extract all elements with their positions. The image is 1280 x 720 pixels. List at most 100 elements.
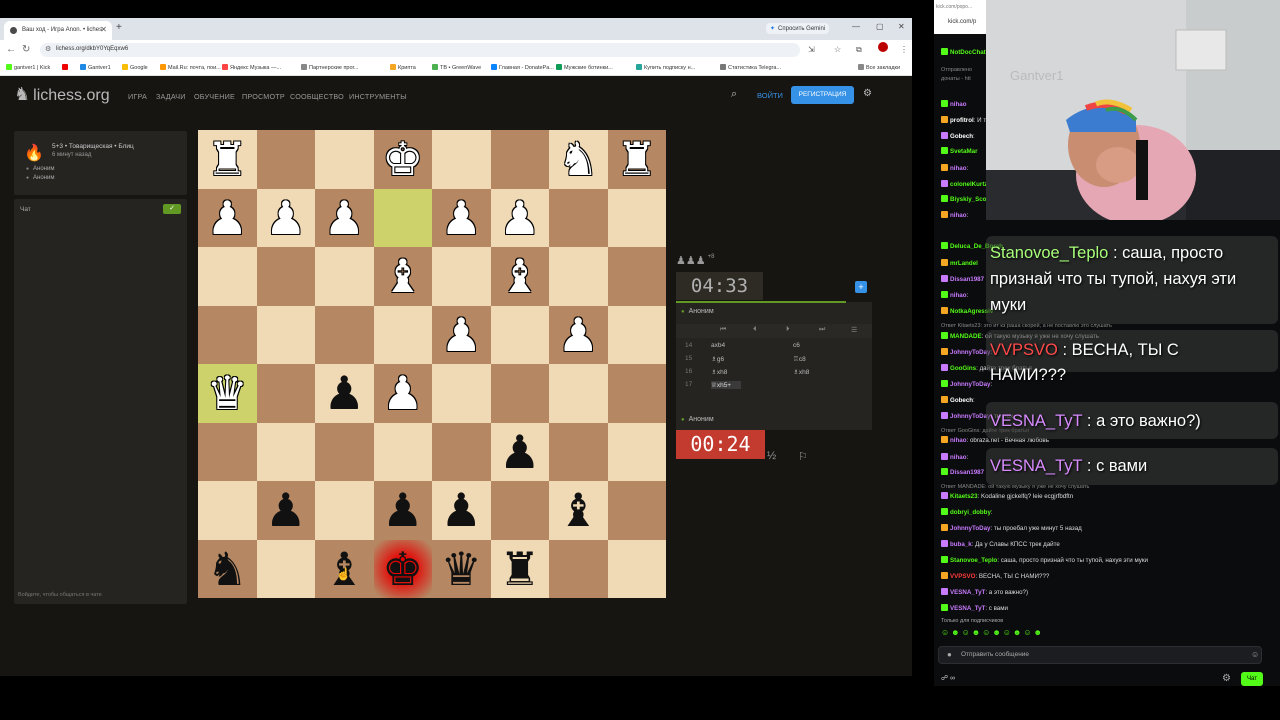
black-pawn-piece[interactable]: ♟ bbox=[315, 364, 374, 423]
board-square[interactable] bbox=[256, 364, 315, 423]
board-square[interactable] bbox=[198, 481, 257, 540]
board-square[interactable]: ♚ bbox=[373, 130, 433, 189]
bookmark-item[interactable]: Mail.Ru: почта, пои... bbox=[160, 64, 221, 71]
back-icon[interactable]: ← bbox=[6, 44, 16, 55]
chat-username[interactable]: buba_k bbox=[950, 541, 972, 548]
white-move[interactable]: ♗xh8 bbox=[711, 368, 727, 376]
board-square[interactable]: ♟ bbox=[432, 305, 491, 364]
chat-username[interactable]: VESNA_TyT bbox=[950, 605, 985, 612]
white-move[interactable]: axb4 bbox=[711, 342, 725, 349]
last-move-icon[interactable]: ⏭ bbox=[819, 326, 825, 334]
board-square[interactable] bbox=[607, 364, 666, 423]
chat-send-button[interactable]: Чат bbox=[1241, 672, 1263, 686]
board-square[interactable]: ♚ bbox=[373, 539, 433, 599]
resign-flag-icon[interactable]: ⚐ bbox=[798, 450, 808, 463]
bookmark-item[interactable]: gantver1 | Kick bbox=[6, 64, 50, 71]
nav-learn[interactable]: ОБУЧЕНИЕ bbox=[194, 92, 235, 101]
chat-username[interactable]: nihao bbox=[950, 101, 967, 108]
board-square[interactable] bbox=[549, 422, 608, 481]
player-top-name[interactable]: Аноним bbox=[681, 308, 714, 315]
board-square[interactable] bbox=[490, 130, 549, 189]
board-square[interactable] bbox=[549, 188, 608, 247]
login-link[interactable]: ВОЙТИ bbox=[757, 91, 783, 100]
player-white[interactable]: Аноним bbox=[26, 166, 54, 172]
board-square[interactable]: ♟ bbox=[373, 364, 432, 423]
lichess-logo[interactable]: ♞ lichess.org bbox=[14, 84, 110, 105]
white-move[interactable]: ♗g6 bbox=[711, 355, 724, 363]
board-square[interactable] bbox=[198, 305, 257, 364]
board-square[interactable] bbox=[373, 422, 432, 481]
board-square[interactable]: ♟ bbox=[315, 364, 374, 423]
board-square[interactable]: ♝ bbox=[549, 481, 608, 540]
chat-username[interactable]: NotDocChat bbox=[950, 49, 986, 56]
board-square[interactable]: ♛ bbox=[432, 539, 491, 599]
close-window-icon[interactable]: ✕ bbox=[898, 22, 905, 31]
offer-draw-icon[interactable]: ½ bbox=[767, 450, 776, 462]
white-move[interactable]: ♕xh5+ bbox=[711, 381, 742, 389]
nav-tools[interactable]: ИНСТРУМЕНТЫ bbox=[349, 92, 407, 101]
board-square[interactable]: ♟ bbox=[256, 188, 315, 247]
board-square[interactable]: ♟ bbox=[490, 422, 550, 482]
board-square[interactable]: ♟ bbox=[490, 188, 550, 248]
board-square[interactable] bbox=[607, 422, 666, 481]
board-square[interactable] bbox=[256, 305, 315, 364]
white-pawn-piece[interactable]: ♟ bbox=[432, 189, 491, 248]
bookmark-item[interactable]: Яндекс Музыка —... bbox=[222, 64, 281, 71]
chat-username[interactable]: nihao bbox=[950, 437, 967, 444]
white-knight-piece[interactable]: ♞ bbox=[549, 130, 608, 189]
board-square[interactable] bbox=[256, 247, 315, 306]
chess-board[interactable]: ♜ ♚ ♞ ♜ ♟ ♟ ♟ ♟ ♟ ♝ ♝ ♟ ♟ ♛ ♟ ♟ ♟ ♟ ♟ ♟ ♝ ♞ ♝ ♚ ♛ ♜ bbox=[198, 130, 666, 598]
white-pawn-piece[interactable]: ♟ bbox=[549, 306, 608, 365]
bookmark-item[interactable]: Статистика Telegra... bbox=[720, 64, 781, 71]
add-time-icon[interactable]: + bbox=[855, 281, 867, 293]
board-square[interactable] bbox=[432, 364, 491, 423]
menu-icon[interactable]: ⋮ bbox=[900, 45, 908, 54]
board-square[interactable]: ♞ bbox=[198, 539, 257, 598]
board-square[interactable] bbox=[198, 422, 257, 481]
board-square[interactable]: ♟ bbox=[549, 305, 608, 365]
chat-username[interactable]: dobryi_dobby bbox=[950, 509, 991, 516]
board-square[interactable] bbox=[373, 305, 432, 364]
black-move[interactable]: ♖c8 bbox=[793, 355, 806, 363]
board-square[interactable]: ♟ bbox=[373, 481, 432, 540]
white-pawn-piece[interactable]: ♟ bbox=[315, 189, 374, 248]
emoji-icon[interactable]: ☺ bbox=[1251, 650, 1259, 659]
board-square[interactable] bbox=[607, 247, 666, 306]
chat-settings-icon[interactable]: ⚙ bbox=[1222, 673, 1231, 684]
board-square[interactable]: ♝ bbox=[490, 247, 549, 306]
site-info-icon[interactable]: ⚙ bbox=[45, 45, 51, 53]
chat-toggle[interactable]: ✓ bbox=[163, 204, 181, 214]
white-king-piece[interactable]: ♚ bbox=[374, 130, 433, 189]
board-square[interactable] bbox=[256, 539, 315, 598]
white-rook-piece[interactable]: ♜ bbox=[198, 130, 257, 189]
black-king-piece[interactable]: ♚ bbox=[374, 540, 433, 599]
black-queen-piece[interactable]: ♛ bbox=[432, 540, 491, 599]
settings-gear-icon[interactable]: ⚙ bbox=[863, 88, 872, 99]
bookmark-item[interactable]: Мужские ботинки... bbox=[556, 64, 613, 71]
send-message-input[interactable]: ● Отправить сообщение ☺ bbox=[938, 646, 1262, 664]
board-square[interactable] bbox=[315, 130, 374, 189]
chat-username[interactable]: Gobech bbox=[950, 133, 973, 140]
bookmark-star-icon[interactable]: ☆ bbox=[834, 45, 841, 54]
gemini-button[interactable]: ✦ Спросить Gemini bbox=[766, 23, 830, 34]
bookmark-item[interactable]: TB • GreenWave bbox=[432, 64, 481, 71]
black-pawn-piece[interactable]: ♟ bbox=[491, 423, 550, 482]
prev-move-icon[interactable]: ⏴ bbox=[753, 326, 757, 334]
black-bishop-piece[interactable]: ♝ bbox=[549, 481, 608, 540]
board-square[interactable]: ♟ bbox=[256, 481, 315, 540]
board-square[interactable]: ♜ bbox=[198, 130, 257, 189]
board-square[interactable]: ♜ bbox=[490, 539, 549, 598]
install-icon[interactable]: ⇲ bbox=[808, 45, 815, 54]
bookmark-item[interactable]: Google bbox=[122, 64, 148, 71]
bookmark-item[interactable]: Все закладки bbox=[858, 64, 900, 71]
bookmark-item[interactable]: Крипта bbox=[390, 64, 416, 71]
board-square[interactable] bbox=[256, 130, 315, 189]
board-square[interactable] bbox=[607, 539, 666, 598]
new-tab-button[interactable]: + bbox=[116, 22, 122, 33]
search-icon[interactable]: ⌕ bbox=[731, 88, 737, 101]
board-square[interactable] bbox=[549, 364, 608, 423]
browser-tab[interactable]: Ваш ход - Игра Anon. • liches ✕ bbox=[4, 21, 112, 40]
bookmark-item[interactable]: Gantver1 bbox=[80, 64, 111, 71]
white-pawn-piece[interactable]: ♟ bbox=[491, 189, 550, 248]
chat-username[interactable]: colonelKurtz bbox=[950, 181, 987, 188]
